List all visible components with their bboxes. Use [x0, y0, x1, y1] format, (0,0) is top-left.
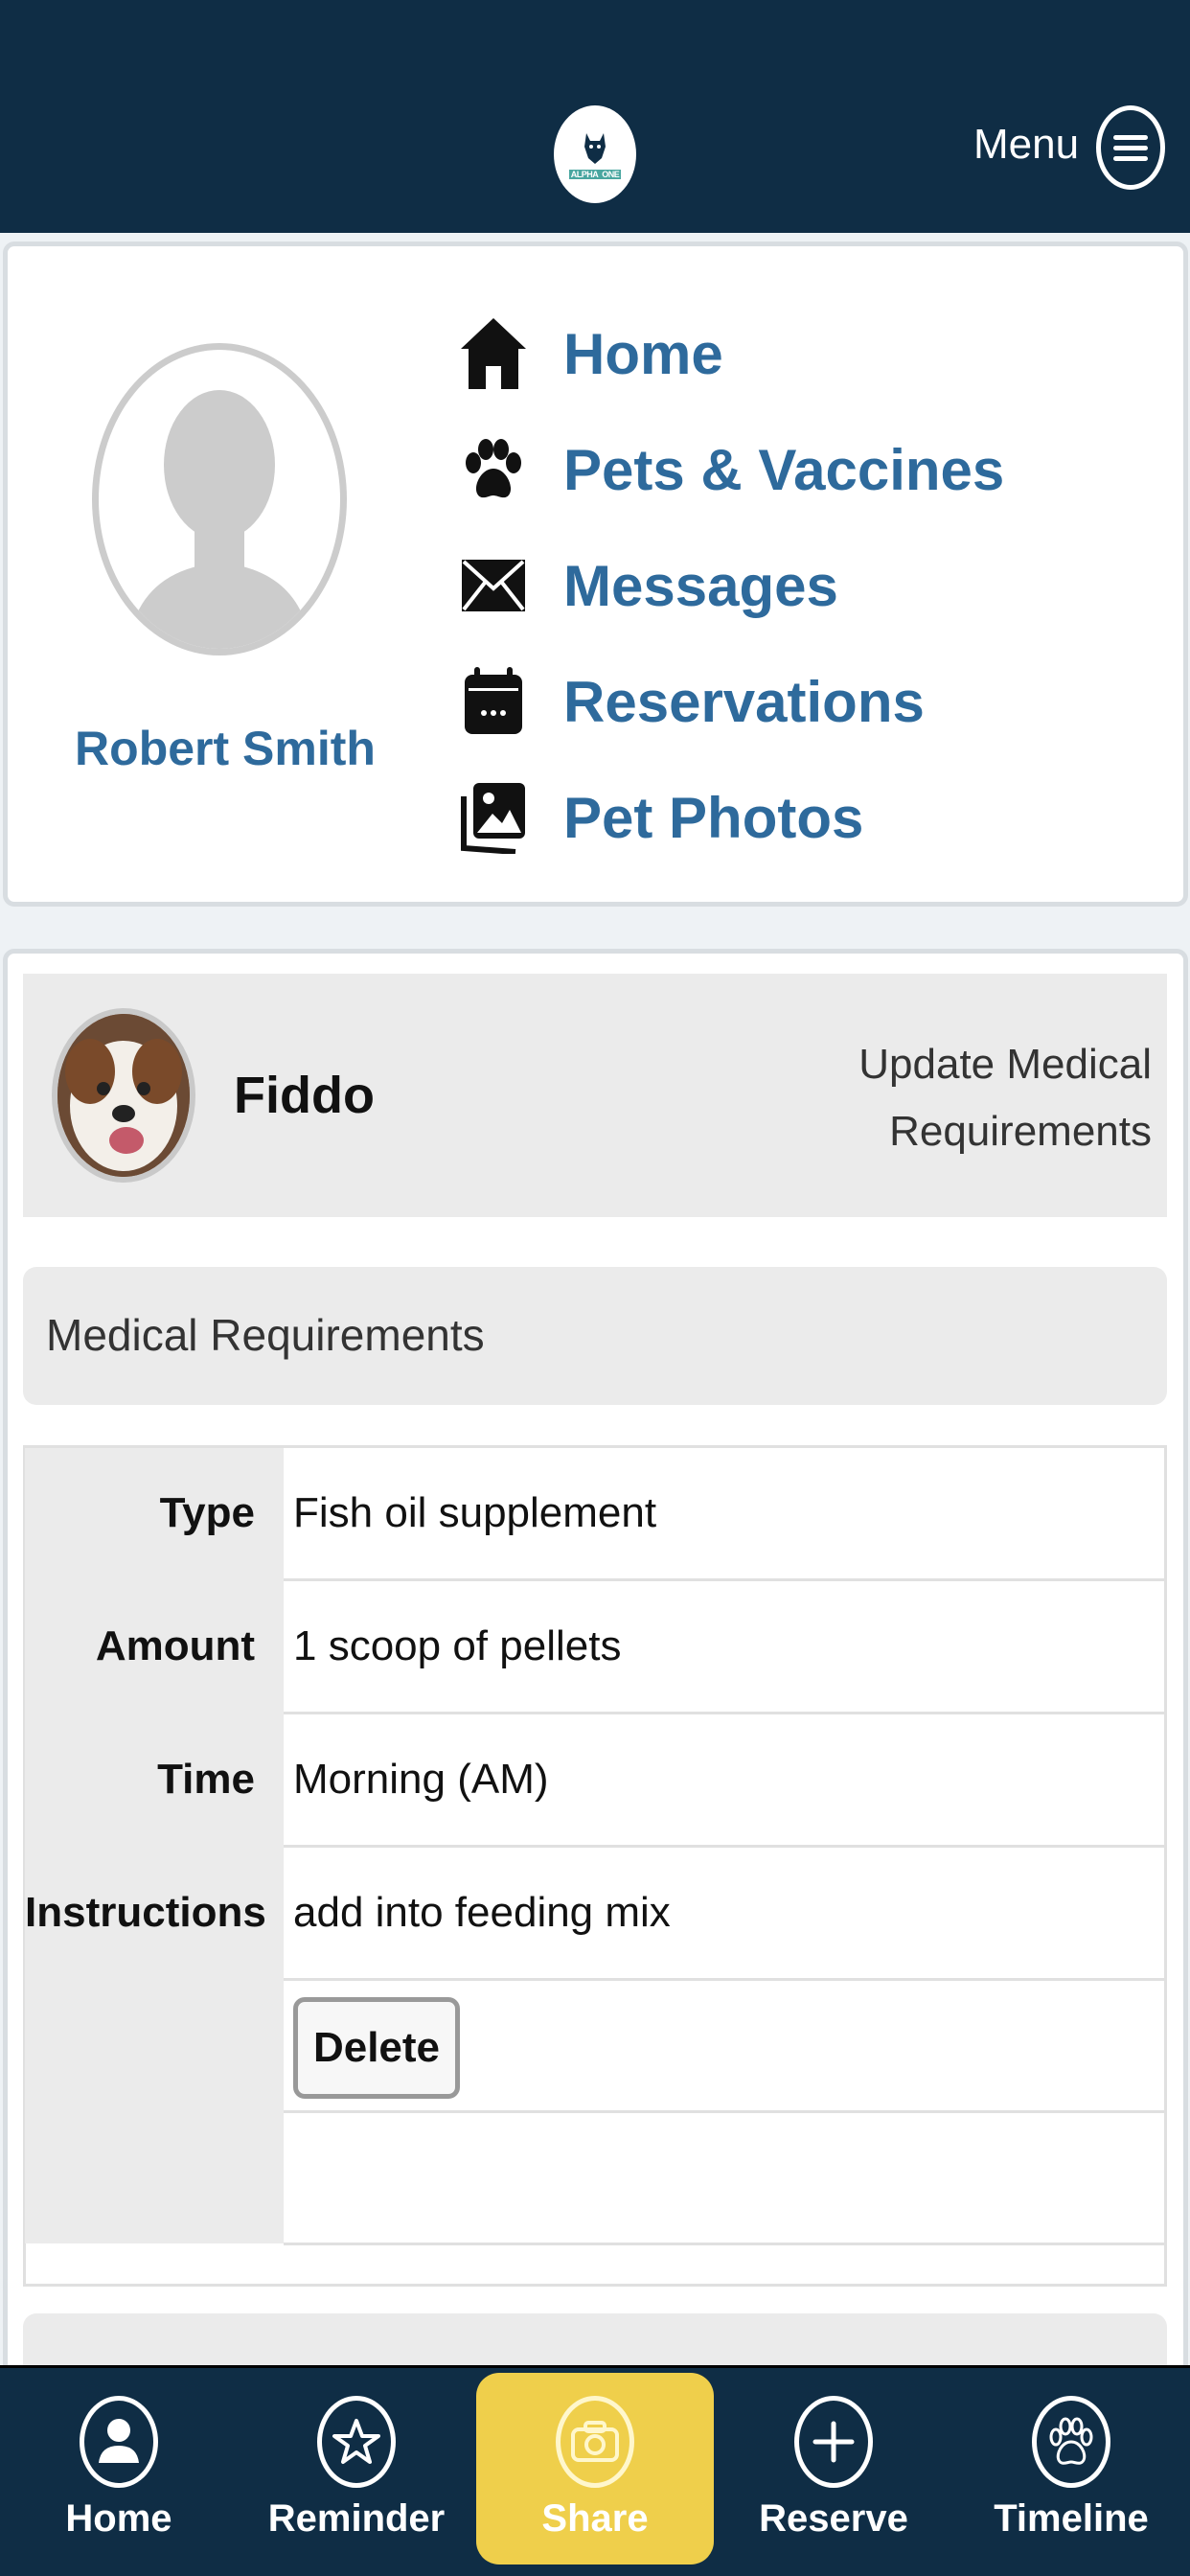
nav-item-home[interactable]: Home [456, 310, 723, 397]
home-icon [456, 316, 531, 391]
user-name[interactable]: Robert Smith [38, 721, 412, 776]
row-label-amount: Amount [95, 1622, 255, 1669]
nav-item-label: Reservations [563, 669, 925, 734]
tab-home[interactable]: Home [0, 2373, 238, 2564]
plus-icon [794, 2396, 873, 2488]
nav-item-reservations[interactable]: Reservations [456, 658, 925, 745]
pet-name: Fiddo [234, 1067, 375, 1124]
row-divider [284, 1578, 1165, 1581]
row-divider [284, 1978, 1165, 1981]
nav-item-pet-photos[interactable]: Pet Photos [456, 774, 863, 861]
delete-button[interactable]: Delete [293, 1997, 460, 2099]
star-icon [317, 2396, 396, 2488]
wolf-logo-icon [584, 132, 606, 164]
row-value-amount: 1 scoop of pellets [293, 1622, 622, 1669]
tab-label: Home [65, 2497, 172, 2540]
tab-share[interactable]: Share [476, 2373, 714, 2564]
tab-reminder[interactable]: Reminder [238, 2373, 475, 2564]
default-user-icon [127, 390, 311, 649]
nav-item-pets-vaccines[interactable]: Pets & Vaccines [456, 426, 1004, 513]
update-medical-link[interactable]: Update Medical Requirements [824, 1031, 1152, 1165]
row-divider [284, 1845, 1165, 1848]
section-title: Medical Requirements [46, 1310, 485, 1360]
row-value-time: Morning (AM) [293, 1756, 549, 1803]
nav-item-messages[interactable]: Messages [456, 542, 838, 629]
tab-label: Reserve [759, 2497, 908, 2540]
user-icon [80, 2396, 158, 2488]
paw-icon [456, 432, 531, 507]
row-divider [284, 2110, 1165, 2113]
hamburger-icon [1113, 129, 1148, 167]
pet-photo[interactable] [52, 1008, 195, 1183]
menu-button[interactable] [1096, 105, 1165, 190]
tab-reserve[interactable]: Reserve [715, 2373, 952, 2564]
label-column [25, 1448, 284, 2243]
envelope-icon [456, 548, 531, 623]
paw-icon [1032, 2396, 1110, 2488]
app-logo[interactable]: ALPHA ONE [554, 105, 636, 203]
camera-icon [556, 2396, 634, 2488]
row-value-instructions: add into feeding mix [293, 1889, 671, 1936]
nav-item-label: Pet Photos [563, 785, 864, 850]
logo-text: ALPHA ONE [568, 169, 622, 179]
menu-label[interactable]: Menu [973, 121, 1079, 169]
nav-item-label: Pets & Vaccines [563, 437, 1005, 502]
tab-label: Share [541, 2497, 649, 2540]
photos-icon [456, 780, 531, 855]
row-label-type: Type [159, 1489, 255, 1536]
row-divider [284, 1712, 1165, 1714]
row-divider [284, 2242, 1165, 2245]
avatar[interactable] [92, 343, 347, 656]
next-section-header [23, 2313, 1167, 2371]
tab-timeline[interactable]: Timeline [952, 2373, 1190, 2564]
nav-item-label: Home [563, 321, 723, 386]
row-label-instructions: Instructions [25, 1889, 266, 1936]
calendar-icon [456, 664, 531, 739]
row-value-type: Fish oil supplement [293, 1489, 657, 1536]
tab-label: Timeline [994, 2497, 1149, 2540]
nav-item-label: Messages [563, 553, 838, 618]
row-label-time: Time [157, 1756, 255, 1803]
tab-label: Reminder [267, 2497, 446, 2540]
dog-photo-icon [57, 1014, 190, 1177]
